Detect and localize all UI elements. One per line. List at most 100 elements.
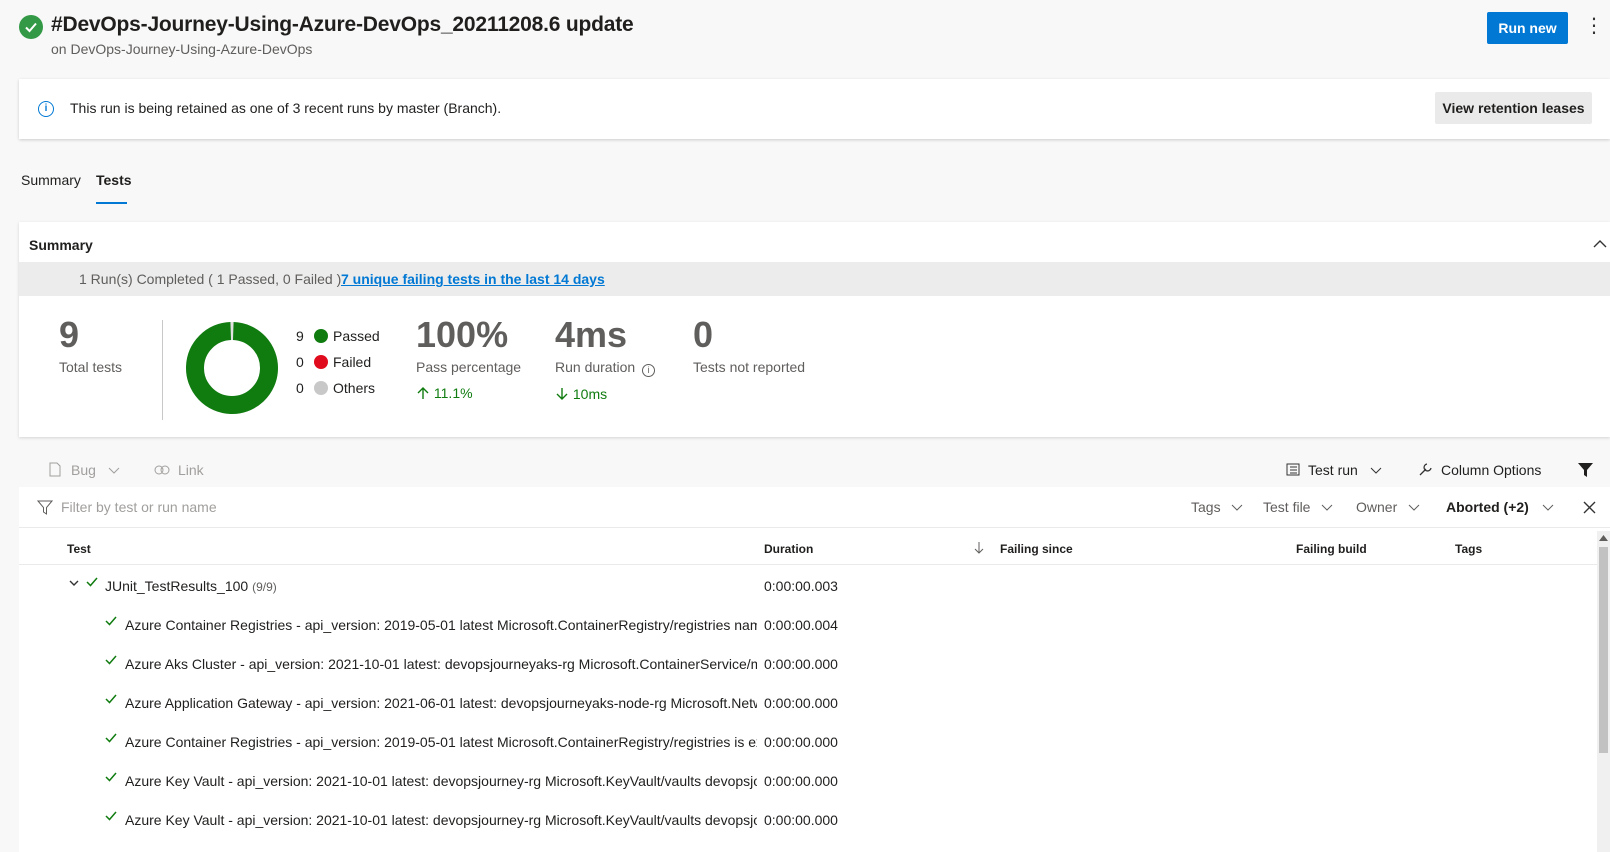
arrow-down-icon xyxy=(556,388,568,400)
table-row[interactable]: Azure Container Registries - api_version… xyxy=(19,604,1597,643)
test-run-grouping-dropdown[interactable]: Test run xyxy=(1286,462,1382,478)
scrollbar[interactable] xyxy=(1597,531,1610,852)
test-results-grid: Filter by test or run name Tags Test fil… xyxy=(19,487,1610,852)
duration-info-icon: i xyxy=(642,364,656,377)
passed-check-icon xyxy=(86,577,98,587)
test-name: Azure Container Registries - api_version… xyxy=(125,617,757,633)
table-row[interactable]: Azure Application Gateway - api_version:… xyxy=(19,682,1597,721)
pass-percentage-label: Pass percentage xyxy=(416,359,522,375)
chevron-down-icon xyxy=(108,467,120,474)
not-reported-label: Tests not reported xyxy=(693,359,806,375)
passed-check-icon xyxy=(105,811,117,821)
link-button[interactable]: Link xyxy=(154,462,204,478)
table-row[interactable]: Azure Aks Cluster - api_version: 2021-10… xyxy=(19,643,1597,682)
chevron-down-icon xyxy=(1322,504,1333,511)
scroll-up-icon[interactable] xyxy=(1599,535,1608,541)
outcome-donut-chart xyxy=(186,322,278,414)
results-toolbar: Bug Link Test run Column Options xyxy=(19,453,1610,487)
total-tests-label: Total tests xyxy=(59,359,123,375)
passed-dot-icon xyxy=(314,329,328,343)
collapse-chevron-icon[interactable] xyxy=(1590,236,1610,252)
run-completed-text: 1 Run(s) Completed ( 1 Passed, 0 Failed … xyxy=(79,271,342,287)
test-name: Azure Key Vault - api_version: 2021-10-0… xyxy=(125,773,757,789)
run-duration-label: Run duration i xyxy=(555,359,656,377)
group-by-icon xyxy=(1286,463,1300,476)
page-title: #DevOps-Journey-Using-Azure-DevOps_20211… xyxy=(51,13,634,36)
page-subtitle: on DevOps-Journey-Using-Azure-DevOps xyxy=(51,41,313,57)
status-success-icon xyxy=(19,15,43,39)
filter-outline-icon xyxy=(37,500,53,515)
test-duration: 0:00:00.000 xyxy=(764,734,838,750)
view-retention-leases-button[interactable]: View retention leases xyxy=(1435,92,1592,124)
link-icon xyxy=(154,465,170,475)
table-row[interactable]: Azure Container Registries - api_version… xyxy=(19,721,1597,760)
chevron-down-icon xyxy=(1232,504,1243,511)
wrench-icon xyxy=(1419,463,1432,476)
filter-input[interactable]: Filter by test or run name xyxy=(61,499,217,515)
summary-title: Summary xyxy=(29,237,93,253)
legend-others: 0 Others xyxy=(296,380,376,396)
failing-tests-link[interactable]: 7 unique failing tests in the last 14 da… xyxy=(341,271,605,287)
legend-passed: 9 Passed xyxy=(296,328,380,344)
tags-filter-dropdown[interactable]: Tags xyxy=(1191,499,1243,515)
passed-check-icon xyxy=(105,772,117,782)
owner-filter-dropdown[interactable]: Owner xyxy=(1356,499,1420,515)
filter-bar: Filter by test or run name Tags Test fil… xyxy=(19,487,1610,528)
outcome-filter-dropdown[interactable]: Aborted (+2) xyxy=(1446,499,1554,515)
donut-passed-arc xyxy=(186,322,278,414)
tab-summary[interactable]: Summary xyxy=(21,172,81,188)
test-duration: 0:00:00.000 xyxy=(764,812,838,828)
test-duration: 0:00:00.004 xyxy=(764,617,838,633)
chevron-down-icon[interactable] xyxy=(69,580,79,587)
run-summary-bar: 1 Run(s) Completed ( 1 Passed, 0 Failed … xyxy=(19,262,1610,296)
divider xyxy=(162,320,163,420)
column-header-duration[interactable]: Duration xyxy=(764,542,813,556)
failed-dot-icon xyxy=(314,355,328,369)
bug-button[interactable]: Bug xyxy=(49,462,120,478)
column-header-test[interactable]: Test xyxy=(67,542,91,556)
filter-icon[interactable] xyxy=(1577,462,1594,478)
page-header: #DevOps-Journey-Using-Azure-DevOps_20211… xyxy=(0,0,1610,70)
info-icon: i xyxy=(38,101,54,117)
close-filter-icon[interactable] xyxy=(1583,501,1596,514)
run-new-button[interactable]: Run new xyxy=(1487,12,1568,44)
test-file-filter-dropdown[interactable]: Test file xyxy=(1263,499,1333,515)
arrow-up-icon xyxy=(417,387,429,399)
column-header-failing-since[interactable]: Failing since xyxy=(1000,542,1073,556)
test-name: Azure Container Registries - api_version… xyxy=(125,734,757,750)
column-header-tags[interactable]: Tags xyxy=(1455,542,1482,556)
table-row[interactable]: Azure Key Vault - api_version: 2021-10-0… xyxy=(19,760,1597,799)
passed-check-icon xyxy=(105,733,117,743)
chevron-down-icon xyxy=(1408,504,1420,511)
column-header-failing-build[interactable]: Failing build xyxy=(1296,542,1367,556)
test-name: Azure Key Vault - api_version: 2021-10-0… xyxy=(125,812,757,828)
pass-trend: 11.1% xyxy=(416,385,473,401)
tab-tests[interactable]: Tests xyxy=(96,172,132,188)
retention-message: This run is being retained as one of 3 r… xyxy=(70,100,502,116)
group-row[interactable]: JUnit_TestResults_100 (9/9) 0:00:00.003 xyxy=(19,565,1597,604)
group-duration: 0:00:00.003 xyxy=(764,578,838,594)
run-duration-value: 4ms xyxy=(555,314,628,355)
chevron-down-icon xyxy=(1542,504,1554,511)
test-duration: 0:00:00.000 xyxy=(764,695,838,711)
duration-trend: 10ms xyxy=(555,386,607,402)
retention-banner: i This run is being retained as one of 3… xyxy=(19,79,1610,139)
more-actions-icon[interactable]: ⋮ xyxy=(1584,16,1604,40)
test-name: Azure Application Gateway - api_version:… xyxy=(125,695,757,711)
not-reported-value: 0 xyxy=(693,314,714,355)
total-tests-count: 9 xyxy=(59,314,80,355)
group-name: JUnit_TestResults_100 (9/9) xyxy=(105,578,277,594)
test-name: Azure Aks Cluster - api_version: 2021-10… xyxy=(125,656,757,672)
sort-descending-icon[interactable] xyxy=(974,541,984,555)
summary-card: Summary 1 Run(s) Completed ( 1 Passed, 0… xyxy=(19,222,1610,437)
bug-icon xyxy=(49,462,61,477)
passed-check-icon xyxy=(105,694,117,704)
active-tab-indicator xyxy=(96,202,127,204)
legend-failed: 0 Failed xyxy=(296,354,372,370)
passed-check-icon xyxy=(105,655,117,665)
table-row[interactable]: Azure Key Vault - api_version: 2021-10-0… xyxy=(19,799,1597,838)
scrollbar-thumb[interactable] xyxy=(1599,547,1608,753)
column-options-button[interactable]: Column Options xyxy=(1418,462,1541,478)
chevron-down-icon xyxy=(1370,467,1382,474)
test-duration: 0:00:00.000 xyxy=(764,773,838,789)
